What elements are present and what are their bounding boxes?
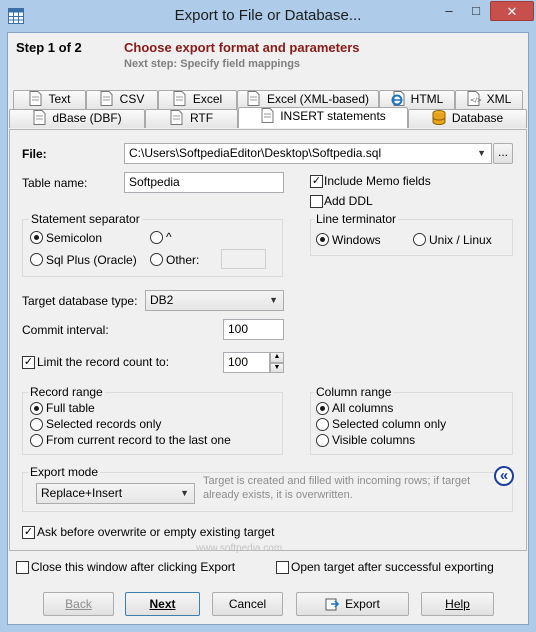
chevron-down-icon: ▼ — [180, 488, 189, 498]
semicolon-radio[interactable] — [30, 231, 43, 244]
other-label: Other: — [166, 253, 200, 267]
cancel-button[interactable]: Cancel — [212, 592, 283, 616]
tab-excel[interactable]: Excel — [158, 90, 237, 109]
export-mode-title: Export mode — [28, 465, 101, 479]
dbf-file-icon — [32, 110, 46, 125]
sqlplus-label: Sql Plus (Oracle) — [46, 253, 137, 267]
rtf-file-icon — [170, 110, 184, 125]
other-separator-input[interactable] — [221, 249, 266, 269]
from-current-radio[interactable] — [30, 434, 43, 447]
internet-explorer-icon — [391, 91, 405, 106]
export-mode-select[interactable]: Replace+Insert ▼ — [36, 483, 195, 504]
include-memo-checkbox[interactable]: ✓ — [310, 175, 323, 188]
spin-up-icon[interactable]: ▲ — [270, 352, 284, 363]
excel-xml-file-icon — [247, 91, 261, 106]
windows-label: Windows — [332, 233, 381, 247]
open-target-label: Open target after successful exporting — [291, 560, 494, 574]
tab-rtf[interactable]: RTF — [145, 109, 238, 128]
ask-before-overwrite-label: Ask before overwrite or empty existing t… — [37, 525, 275, 539]
ask-before-overwrite-checkbox[interactable]: ✓ — [22, 526, 35, 539]
excel-file-icon — [173, 91, 187, 106]
browse-button[interactable]: ... — [493, 143, 513, 164]
limit-record-count-checkbox[interactable]: ✓ — [22, 356, 35, 369]
target-db-value: DB2 — [150, 293, 174, 307]
visible-columns-label: Visible columns — [332, 433, 416, 447]
selected-column-radio[interactable] — [316, 418, 329, 431]
open-target-checkbox[interactable] — [276, 561, 289, 574]
svg-text:</>: </> — [470, 97, 481, 104]
tab-insert-statements[interactable]: INSERT statements — [238, 107, 408, 128]
add-ddl-label: Add DDL — [324, 194, 373, 208]
close-window-label: Close this window after clicking Export — [31, 560, 236, 574]
line-terminator-title: Line terminator — [314, 212, 399, 226]
help-button-label: Help — [445, 597, 470, 611]
close-button[interactable]: ✕ — [490, 1, 534, 21]
selected-records-label: Selected records only — [46, 417, 162, 431]
collapse-icon[interactable]: « — [494, 466, 514, 486]
all-columns-radio[interactable] — [316, 402, 329, 415]
export-button-label: Export — [345, 597, 380, 611]
full-table-label: Full table — [46, 401, 95, 415]
unix-radio[interactable] — [413, 233, 426, 246]
next-button-label: Next — [149, 597, 176, 611]
visible-columns-radio[interactable] — [316, 434, 329, 447]
selected-records-radio[interactable] — [30, 418, 43, 431]
maximize-button[interactable]: □ — [463, 1, 489, 21]
tab-text[interactable]: Text — [13, 90, 86, 109]
chevron-down-icon: ▼ — [477, 148, 486, 158]
tab-database[interactable]: Database — [408, 109, 527, 128]
table-name-input[interactable]: Softpedia — [124, 172, 284, 193]
tab-dbase[interactable]: dBase (DBF) — [9, 109, 145, 128]
target-db-select[interactable]: DB2 ▼ — [145, 290, 284, 311]
next-step-hint: Next step: Specify field mappings — [124, 58, 301, 70]
close-window-checkbox[interactable] — [16, 561, 29, 574]
export-mode-description: Target is created and filled with incomi… — [203, 475, 471, 501]
table-name-label: Table name: — [22, 176, 88, 190]
selected-column-label: Selected column only — [332, 417, 447, 431]
chevron-down-icon: ▼ — [269, 295, 278, 305]
csv-file-icon — [100, 91, 114, 106]
xml-file-icon: </> — [467, 91, 482, 106]
help-button[interactable]: Help — [421, 592, 494, 616]
add-ddl-checkbox[interactable] — [310, 195, 323, 208]
spin-down-icon[interactable]: ▼ — [270, 363, 284, 373]
back-button[interactable]: Back — [43, 592, 114, 616]
back-button-label: Back — [65, 597, 92, 611]
tab-csv[interactable]: CSV — [86, 90, 158, 109]
file-path-value: C:\Users\SoftpediaEditor\Desktop\Softped… — [129, 146, 382, 160]
semicolon-label: Semicolon — [46, 231, 103, 245]
caret-label: ^ — [166, 230, 172, 244]
sqlplus-radio[interactable] — [30, 253, 43, 266]
record-range-title: Record range — [28, 385, 105, 399]
text-file-icon — [28, 91, 42, 106]
windows-radio[interactable] — [316, 233, 329, 246]
export-button[interactable]: Export — [296, 592, 409, 616]
sql-file-icon — [260, 108, 274, 123]
all-columns-label: All columns — [332, 401, 394, 415]
database-icon — [432, 110, 446, 126]
target-db-label: Target database type: — [22, 294, 138, 308]
watermark: www.softpedia.com — [196, 543, 283, 554]
commit-interval-label: Commit interval: — [22, 323, 109, 337]
include-memo-label: Include Memo fields — [324, 174, 431, 188]
export-icon — [325, 596, 340, 611]
full-table-radio[interactable] — [30, 402, 43, 415]
file-label: File: — [22, 147, 47, 161]
page-title: Choose export format and parameters — [124, 40, 360, 55]
other-radio[interactable] — [150, 253, 163, 266]
file-combobox[interactable]: C:\Users\SoftpediaEditor\Desktop\Softped… — [124, 143, 492, 164]
export-mode-value: Replace+Insert — [41, 486, 123, 500]
caret-radio[interactable] — [150, 231, 163, 244]
commit-interval-input[interactable]: 100 — [223, 319, 284, 340]
tab-xml[interactable]: </> XML — [455, 90, 523, 109]
minimize-button[interactable]: – — [436, 1, 462, 21]
limit-record-count-label: Limit the record count to: — [37, 355, 170, 369]
column-range-title: Column range — [314, 385, 394, 399]
next-button[interactable]: Next — [125, 592, 200, 616]
unix-label: Unix / Linux — [429, 233, 492, 247]
from-current-label: From current record to the last one — [46, 433, 231, 447]
statement-separator-title: Statement separator — [29, 212, 142, 226]
limit-record-count-input[interactable]: 100 — [223, 352, 270, 373]
step-indicator: Step 1 of 2 — [16, 40, 82, 55]
